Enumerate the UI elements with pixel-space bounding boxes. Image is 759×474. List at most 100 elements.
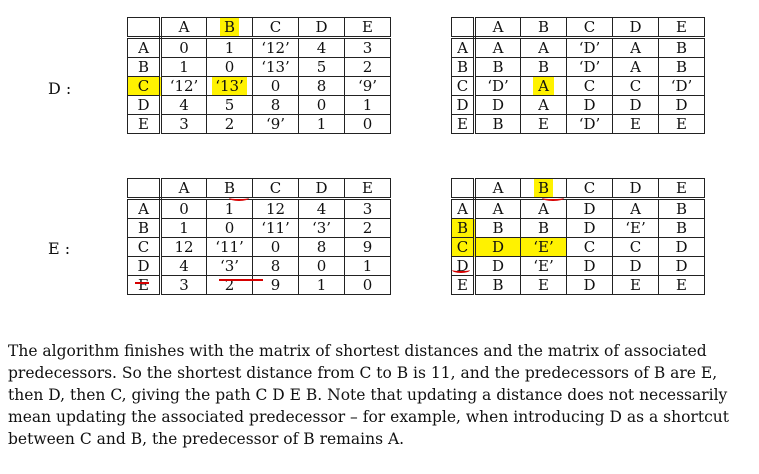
matrix-cell: ‘13’	[252, 57, 299, 77]
matrix-cell: ‘11’	[252, 218, 299, 238]
matrix-cell: E	[658, 275, 705, 295]
row-header: B	[127, 218, 162, 238]
matrix-cell: C	[612, 237, 659, 257]
matrix-cell: ‘3’	[298, 218, 345, 238]
matrix-cell: C	[612, 76, 659, 96]
row-header: C	[127, 76, 162, 96]
matrix-row: A A A ‘D’ A B	[451, 37, 705, 58]
col-header: D	[612, 178, 659, 200]
row-header: E	[127, 275, 162, 295]
red-underline-c-pred	[452, 267, 470, 273]
col-header: B	[520, 17, 567, 39]
predecessor-matrix-d: A B C D E A A A ‘D’ A B B B B ‘D’ A B C …	[451, 17, 705, 134]
col-header: D	[298, 178, 345, 200]
matrix-row: D D A D D D	[451, 95, 705, 115]
matrix-cell: ‘9’	[252, 114, 299, 134]
row-header: A	[451, 198, 476, 219]
matrix-cell: A	[612, 37, 659, 58]
matrix-cell: D	[474, 95, 521, 115]
red-underline-b-header	[229, 195, 249, 201]
matrix-cell: B	[474, 275, 521, 295]
matrix-cell: 0	[160, 37, 207, 58]
matrix-cell: 4	[160, 95, 207, 115]
matrix-cell: A	[474, 198, 521, 219]
matrix-cell: D	[566, 198, 613, 219]
matrix-cell: A	[520, 95, 567, 115]
row-header: D	[451, 95, 476, 115]
matrix-cell: A	[612, 57, 659, 77]
matrix-cell: 8	[298, 76, 345, 96]
row-header: D	[127, 95, 162, 115]
row-header: E	[451, 275, 476, 295]
row-header: A	[127, 198, 162, 219]
matrix-cell: 1	[344, 95, 391, 115]
col-header: B	[206, 17, 253, 39]
matrix-cell: 3	[160, 114, 207, 134]
row-header: C	[127, 237, 162, 257]
matrix-cell: 1	[206, 37, 253, 58]
matrix-cell: 12	[160, 237, 207, 257]
matrix-cell: A	[612, 198, 659, 219]
matrix-row: E B E D E E	[451, 275, 705, 295]
row-header: E	[127, 114, 162, 134]
matrix-header-row: A B C D E	[127, 178, 391, 200]
matrix-cell: 5	[206, 95, 253, 115]
matrix-header-row: A B C D E	[451, 17, 705, 39]
matrix-cell: 8	[252, 95, 299, 115]
matrix-cell: 0	[252, 76, 299, 96]
row-header: B	[451, 218, 476, 238]
matrix-row: C ‘12’ ‘13’ 0 8 ‘9’	[127, 76, 391, 96]
block-label-d: D :	[48, 79, 72, 98]
matrix-cell: D	[612, 95, 659, 115]
matrix-row: D 4 5 8 0 1	[127, 95, 391, 115]
red-underline-d-row	[135, 282, 149, 284]
matrix-row: A A A D A B	[451, 198, 705, 219]
matrix-cell: ‘D’	[566, 37, 613, 58]
matrix-cell: C	[566, 237, 613, 257]
matrix-cell: ‘D’	[474, 76, 521, 96]
col-header: E	[344, 178, 391, 200]
matrix-cell: ‘D’	[658, 76, 705, 96]
matrix-cell: B	[520, 218, 567, 238]
matrix-cell: C	[566, 76, 613, 96]
matrix-cell: E	[612, 114, 659, 134]
matrix-cell: B	[658, 198, 705, 219]
red-underline-b-pred	[542, 195, 564, 201]
matrix-header-row: A B C D E	[451, 178, 705, 200]
matrix-cell: 9	[344, 237, 391, 257]
matrix-cell: 1	[160, 218, 207, 238]
matrix-cell: E	[520, 114, 567, 134]
matrix-cell: ‘3’	[206, 256, 253, 276]
row-header: C	[451, 76, 476, 96]
matrix-cell: D	[474, 256, 521, 276]
matrix-cell: B	[474, 57, 521, 77]
matrix-cell: A	[520, 37, 567, 58]
matrix-cell: ‘12’	[252, 37, 299, 58]
matrix-cell: 3	[160, 275, 207, 295]
matrix-cell: 4	[298, 198, 345, 219]
col-header: E	[344, 17, 391, 39]
distance-matrix-e: A B C D E A 0 1 12 4 3 B 1 0 ‘11’ ‘3’ 2 …	[127, 178, 391, 295]
matrix-row: A 0 1 ‘12’ 4 3	[127, 37, 391, 58]
matrix-cell: 1	[160, 57, 207, 77]
matrix-cell: 0	[206, 218, 253, 238]
col-header: D	[612, 17, 659, 39]
matrix-cell: D	[566, 218, 613, 238]
matrix-row: E 3 2 ‘9’ 1 0	[127, 114, 391, 134]
matrix-corner	[127, 17, 162, 39]
red-underline-11	[219, 279, 263, 281]
matrix-cell: A	[520, 76, 567, 96]
matrix-cell: 0	[206, 57, 253, 77]
matrix-cell: ‘E’	[520, 256, 567, 276]
matrix-cell: B	[658, 37, 705, 58]
matrix-row: B 1 0 ‘11’ ‘3’ 2	[127, 218, 391, 238]
matrix-row: D D ‘E’ D D D	[451, 256, 705, 276]
col-header: E	[658, 178, 705, 200]
matrix-cell: 8	[298, 237, 345, 257]
matrix-cell: E	[612, 275, 659, 295]
matrix-cell: 1	[344, 256, 391, 276]
row-header: A	[127, 37, 162, 58]
matrix-cell: E	[658, 114, 705, 134]
matrix-cell: D	[658, 95, 705, 115]
matrix-row: C 12 ‘11’ 0 8 9	[127, 237, 391, 257]
